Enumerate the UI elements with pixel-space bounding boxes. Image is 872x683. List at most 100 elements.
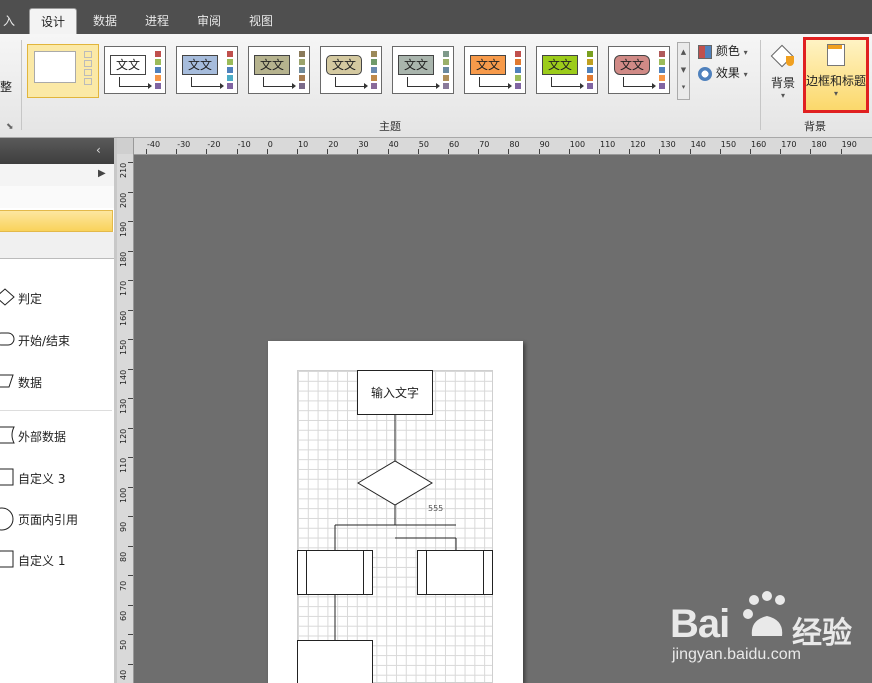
ruler-tick-label: 110 xyxy=(119,457,128,473)
ruler-tick xyxy=(599,149,600,154)
ruler-tick-label: 140 xyxy=(690,140,706,149)
effects-button[interactable]: 效果 ▾ xyxy=(698,64,748,81)
ruler-tick-label: 20 xyxy=(328,140,339,149)
flowchart-bottom-box[interactable] xyxy=(297,640,373,683)
ruler-tick xyxy=(128,339,133,340)
drawing-page[interactable]: 输入文字 555 xyxy=(268,341,523,683)
ruler-tick-label: 190 xyxy=(841,140,857,149)
theme-swatch: 文文 xyxy=(470,55,506,75)
ruler-tick-label: 40 xyxy=(119,669,128,680)
theme-olive[interactable]: 文文 xyxy=(248,46,310,94)
gallery-more-icon[interactable]: ▾ xyxy=(678,79,689,95)
theme-blue[interactable]: 文文 xyxy=(176,46,238,94)
ribbon: 整 ⬊ 文文 文文 文文 文文 文文 文文 文文 文文 ▲ ▼ ▾ 颜色 ▾ 效… xyxy=(0,34,872,138)
ruler-tick xyxy=(327,149,329,154)
group-separator xyxy=(21,40,22,130)
theme-orange[interactable]: 文文 xyxy=(464,46,526,94)
flowchart-process-left[interactable] xyxy=(297,550,373,595)
tab-design[interactable]: 设计 xyxy=(29,8,77,36)
theme-office[interactable]: 文文 xyxy=(104,46,166,94)
ruler-tick-label: -30 xyxy=(177,140,191,149)
ruler-tick-label: 50 xyxy=(418,140,429,149)
tab-data[interactable]: 数据 xyxy=(84,10,126,34)
shape-label: 数据 xyxy=(18,376,43,390)
dialog-launcher-icon[interactable]: ⬊ xyxy=(6,122,14,132)
borders-and-titles-button[interactable]: 边框和标题 ▾ xyxy=(803,37,869,113)
page-setup-partial-label[interactable]: 整 xyxy=(0,78,16,95)
more-shapes-row[interactable]: ▶ xyxy=(0,164,114,187)
ruler-tick-label: 60 xyxy=(119,610,128,621)
background-button[interactable]: 背景 ▾ xyxy=(764,40,802,110)
theme-connector-sample xyxy=(335,77,368,89)
theme-lime[interactable]: 文文 xyxy=(536,46,598,94)
tab-view[interactable]: 视图 xyxy=(240,10,282,34)
theme-color-bars xyxy=(443,51,449,91)
diamond-label: 555 xyxy=(428,504,444,513)
ruler-tick xyxy=(128,309,133,311)
theme-connector-sample xyxy=(623,77,656,89)
ruler-tick xyxy=(387,149,389,154)
baidu-jingyan-watermark: Bai 经验 jingyan.baidu.com xyxy=(670,590,870,680)
ruler-tick xyxy=(810,149,812,154)
theme-color-bars xyxy=(515,51,521,91)
theme-group-label: 主题 xyxy=(379,120,401,133)
ruler-tick xyxy=(128,368,133,370)
gallery-scrollbar[interactable]: ▲ ▼ ▾ xyxy=(677,42,690,100)
stencil-row[interactable] xyxy=(0,232,114,259)
theme-swatch: 文文 xyxy=(326,55,362,75)
flowchart-process-right[interactable] xyxy=(417,550,493,595)
horizontal-ruler[interactable]: -40 -30 -20 -10 0 10 20 30 40 50 60 70 80 90 100 110 120… xyxy=(117,138,872,155)
ruler-tick-label: 120 xyxy=(630,140,646,149)
decision-diamond[interactable] xyxy=(357,460,433,506)
ruler-tick-label: 200 xyxy=(119,192,128,208)
scroll-down-icon[interactable]: ▼ xyxy=(678,61,689,79)
theme-rose[interactable]: 文文 xyxy=(608,46,670,94)
card-icon xyxy=(0,550,14,568)
shapes-panel-header: ‹ xyxy=(0,138,114,164)
shape-label: 自定义 1 xyxy=(18,554,66,568)
diamond-icon xyxy=(0,288,15,306)
ruler-tick-label: 210 xyxy=(119,162,128,178)
group-separator xyxy=(760,40,761,130)
theme-color-bars xyxy=(299,51,305,91)
circle-icon xyxy=(0,507,14,531)
stencil-selected-row[interactable] xyxy=(0,210,113,232)
flowchart-start-box[interactable]: 输入文字 xyxy=(357,370,433,415)
tab-review[interactable]: 审阅 xyxy=(188,10,230,34)
chevron-down-icon: ▾ xyxy=(743,70,748,79)
colors-button[interactable]: 颜色 ▾ xyxy=(698,42,748,59)
theme-swatch: 文文 xyxy=(398,55,434,75)
ruler-tick xyxy=(659,149,661,154)
tab-insert[interactable]: 入 xyxy=(0,10,18,34)
ruler-tick xyxy=(297,149,298,154)
theme-tan[interactable]: 文文 xyxy=(320,46,382,94)
ruler-tick xyxy=(236,149,238,154)
theme-color-bars xyxy=(371,51,377,91)
theme-gallery-selected[interactable] xyxy=(27,44,99,98)
ruler-tick-label: 40 xyxy=(388,140,399,149)
ruler-tick xyxy=(448,149,449,154)
stencil-row[interactable] xyxy=(0,186,114,208)
ruler-tick xyxy=(417,149,419,154)
vertical-ruler[interactable]: 210 200 190 180 170 160 150 140 130 120 110 100 90 80… xyxy=(117,154,134,683)
ruler-tick xyxy=(128,516,133,517)
theme-swatch: 文文 xyxy=(542,55,578,75)
theme-connector-sample xyxy=(479,77,512,89)
collapse-chevron-icon[interactable]: ‹ xyxy=(96,143,101,157)
colors-label: 颜色 xyxy=(715,44,740,58)
ruler-tick-label: 150 xyxy=(720,140,737,149)
theme-gray-green[interactable]: 文文 xyxy=(392,46,454,94)
ruler-tick-label: 160 xyxy=(751,140,767,149)
scroll-up-icon[interactable]: ▲ xyxy=(678,43,689,61)
ruler-tick-label: 70 xyxy=(479,140,490,149)
tab-process[interactable]: 进程 xyxy=(136,10,178,34)
ruler-tick xyxy=(266,149,268,154)
ruler-tick-label: 100 xyxy=(569,140,586,149)
ruler-tick xyxy=(478,149,480,154)
theme-connector-sample xyxy=(407,77,440,89)
ruler-tick-label: 90 xyxy=(119,521,128,532)
theme-connector-sample xyxy=(119,77,152,89)
chevron-down-icon: ▾ xyxy=(780,91,785,100)
paw-logo-icon xyxy=(743,591,785,636)
ruler-tick xyxy=(128,575,133,576)
